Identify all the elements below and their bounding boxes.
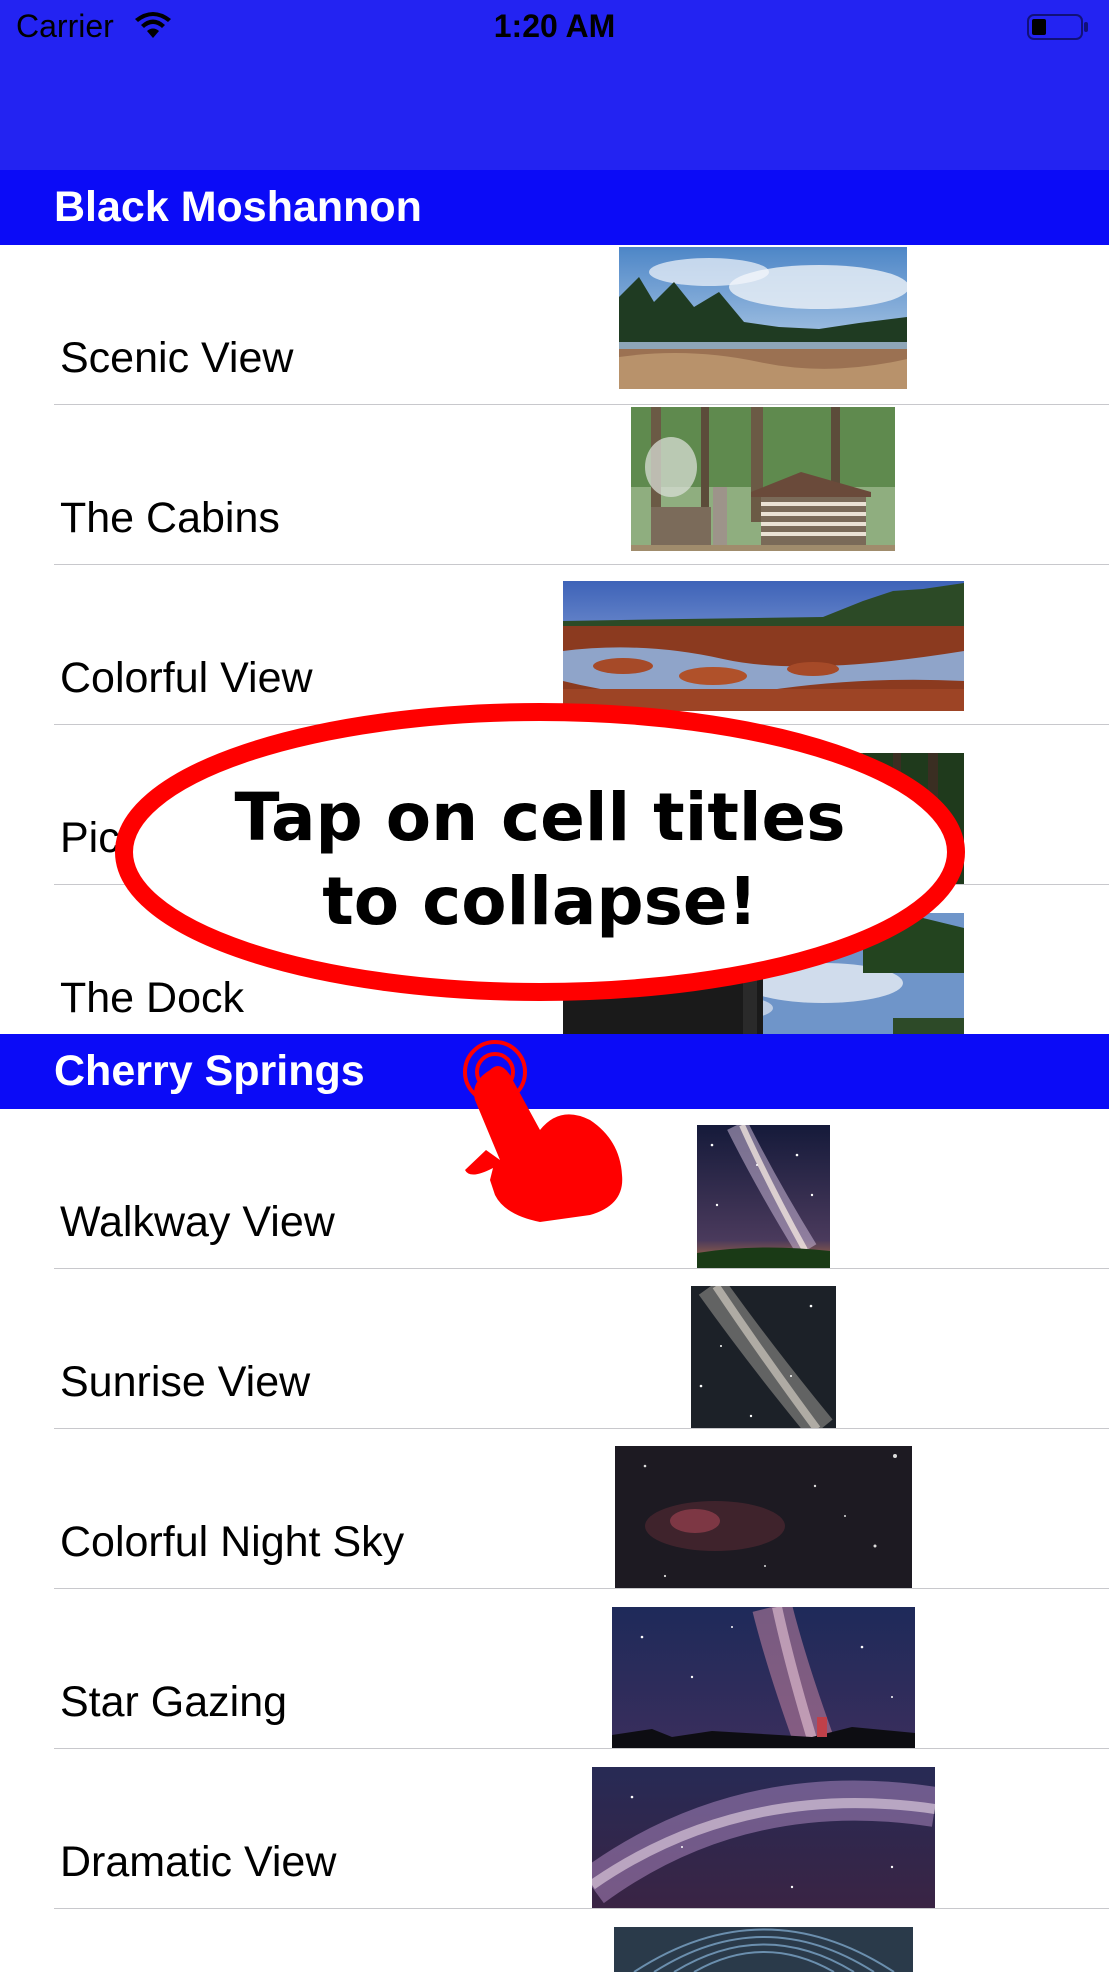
cabins-photo [631, 407, 895, 551]
milky-way-arc-photo [592, 1767, 935, 1909]
callout-line-1: Tap on cell titles [234, 779, 846, 856]
cell-title[interactable]: Scenic View [60, 334, 293, 383]
section-title: Cherry Springs [54, 1047, 365, 1095]
cell-title[interactable]: Colorful View [60, 654, 313, 703]
section-header-black-moshannon[interactable]: Black Moshannon [0, 170, 1109, 245]
list-item[interactable] [0, 1909, 1109, 1972]
navigation-bar: Carrier 1:20 AM [0, 0, 1109, 170]
list-item[interactable]: The Cabins [0, 405, 1109, 565]
cell-title[interactable]: Dramatic View [60, 1838, 336, 1887]
night-sky-photo [615, 1446, 912, 1589]
cell-title[interactable]: Sunrise View [60, 1358, 310, 1407]
section-header-cherry-springs[interactable]: Cherry Springs [0, 1034, 1109, 1109]
milky-way-photo [697, 1125, 830, 1269]
cell-title[interactable]: The Cabins [60, 494, 280, 543]
list-item[interactable]: Walkway View [0, 1109, 1109, 1269]
list-item[interactable]: Dramatic View [0, 1749, 1109, 1909]
colorful-view-photo [563, 581, 964, 711]
status-time: 1:20 AM [493, 8, 616, 44]
cell-title[interactable]: Star Gazing [60, 1678, 287, 1727]
cell-title[interactable]: The Dock [60, 974, 244, 1023]
list-item[interactable]: Colorful View [0, 565, 1109, 725]
callout-line-2: to collapse! [322, 863, 758, 940]
list-item[interactable]: Star Gazing [0, 1589, 1109, 1749]
milky-way-photo [691, 1286, 836, 1429]
list-item[interactable]: Colorful Night Sky [0, 1429, 1109, 1589]
cell-title[interactable]: Walkway View [60, 1198, 335, 1247]
star-trails-photo [614, 1927, 913, 1972]
section-title: Black Moshannon [54, 183, 422, 231]
callout-text: Tap on cell titles to collapse! [160, 776, 920, 944]
scenic-view-photo [619, 247, 907, 389]
star-gazing-photo [612, 1607, 915, 1749]
list-item[interactable]: Scenic View [0, 245, 1109, 405]
list-item[interactable]: Sunrise View [0, 1269, 1109, 1429]
cell-title[interactable]: Pic [60, 814, 120, 863]
battery-icon [1027, 14, 1088, 40]
cell-title[interactable]: Colorful Night Sky [60, 1518, 404, 1567]
